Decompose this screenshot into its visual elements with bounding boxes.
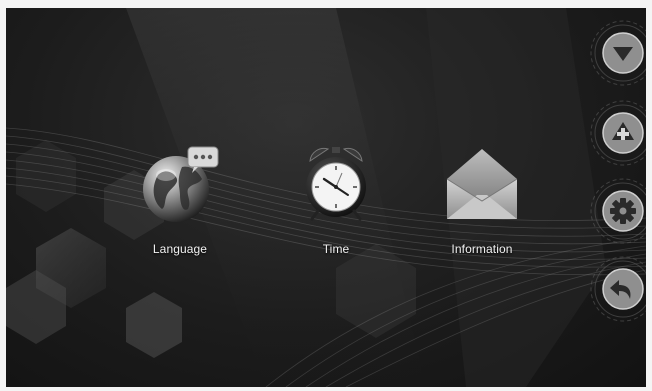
scroll-down-button[interactable] [598,28,646,78]
menu-item-label: Time [322,242,350,256]
scroll-up-button[interactable] [598,108,646,158]
settings-screen: Language Time Information [6,8,646,387]
menu-item-language[interactable]: Language [120,138,240,268]
menu-item-time[interactable]: Time [276,138,396,268]
globe-chat-icon [135,138,225,228]
menu-item-information[interactable]: Information [422,138,542,268]
triangle-down-icon [602,32,644,74]
plus-icon [602,112,644,154]
settings-button[interactable] [598,186,646,236]
alarm-clock-icon [291,138,381,228]
menu-item-label: Language [152,242,208,256]
menu-item-label: Information [451,242,513,256]
back-arrow-icon [602,268,644,310]
back-button[interactable] [598,264,646,314]
gear-icon [602,190,644,232]
envelope-icon [437,138,527,228]
